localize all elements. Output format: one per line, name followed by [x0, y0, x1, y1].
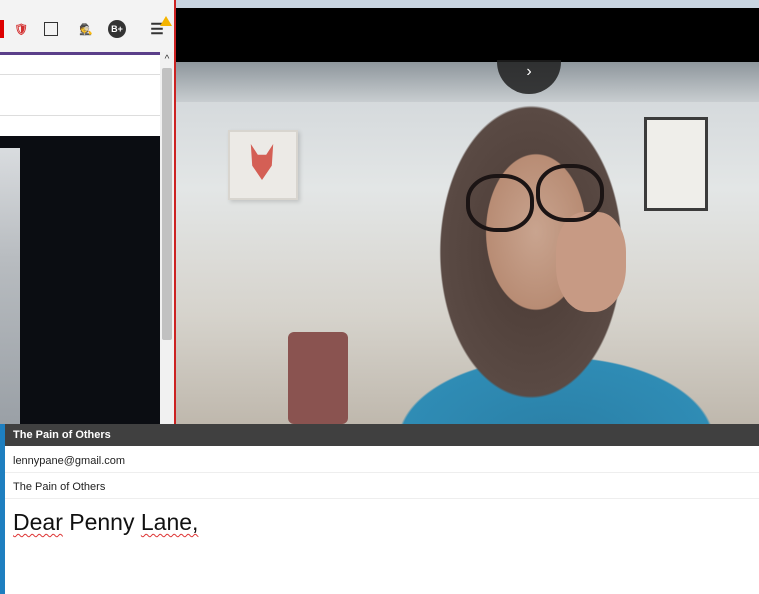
message-body[interactable]: Dear Penny Lane,	[13, 509, 198, 536]
wall-picture-frame	[644, 117, 708, 211]
glasses-right-lens	[536, 164, 604, 222]
spy-extension-icon[interactable]: 🕵	[77, 20, 95, 38]
chair	[288, 332, 348, 424]
ceiling	[176, 62, 759, 102]
video-call-window: ›	[176, 0, 759, 424]
hand	[556, 212, 626, 312]
warning-icon	[160, 16, 172, 26]
to-field[interactable]: lennypane@gmail.com	[5, 449, 759, 473]
fox-icon	[250, 144, 274, 180]
browser-toolbar: 🛡 🕵 B+ ☰	[0, 0, 174, 52]
name-first: Penny	[69, 509, 135, 535]
glasses-left-lens	[466, 174, 534, 232]
scrollbar-thumb[interactable]	[162, 68, 172, 340]
video-thumbnail	[0, 148, 20, 424]
webcam-feed	[176, 62, 759, 424]
email-compose-panel: The Pain of Others lennypane@gmail.com T…	[5, 424, 759, 594]
compose-title-bar[interactable]: The Pain of Others	[5, 424, 759, 446]
reader-view-icon[interactable]	[44, 22, 58, 36]
subject-field[interactable]: The Pain of Others	[5, 475, 759, 499]
content-strip	[0, 74, 160, 116]
fox-picture-frame	[228, 130, 298, 200]
greeting-word: Dear	[13, 509, 63, 535]
tab-edge-icon[interactable]	[0, 20, 4, 38]
left-browser-window: 🛡 🕵 B+ ☰ ^	[0, 0, 176, 424]
name-last: Lane,	[140, 509, 199, 535]
video-top-strip	[176, 0, 759, 8]
b-plus-extension-icon[interactable]: B+	[108, 20, 126, 38]
scroll-up-icon[interactable]: ^	[160, 52, 174, 68]
embedded-video-panel	[0, 136, 160, 424]
ublock-icon[interactable]: 🛡	[12, 20, 30, 38]
